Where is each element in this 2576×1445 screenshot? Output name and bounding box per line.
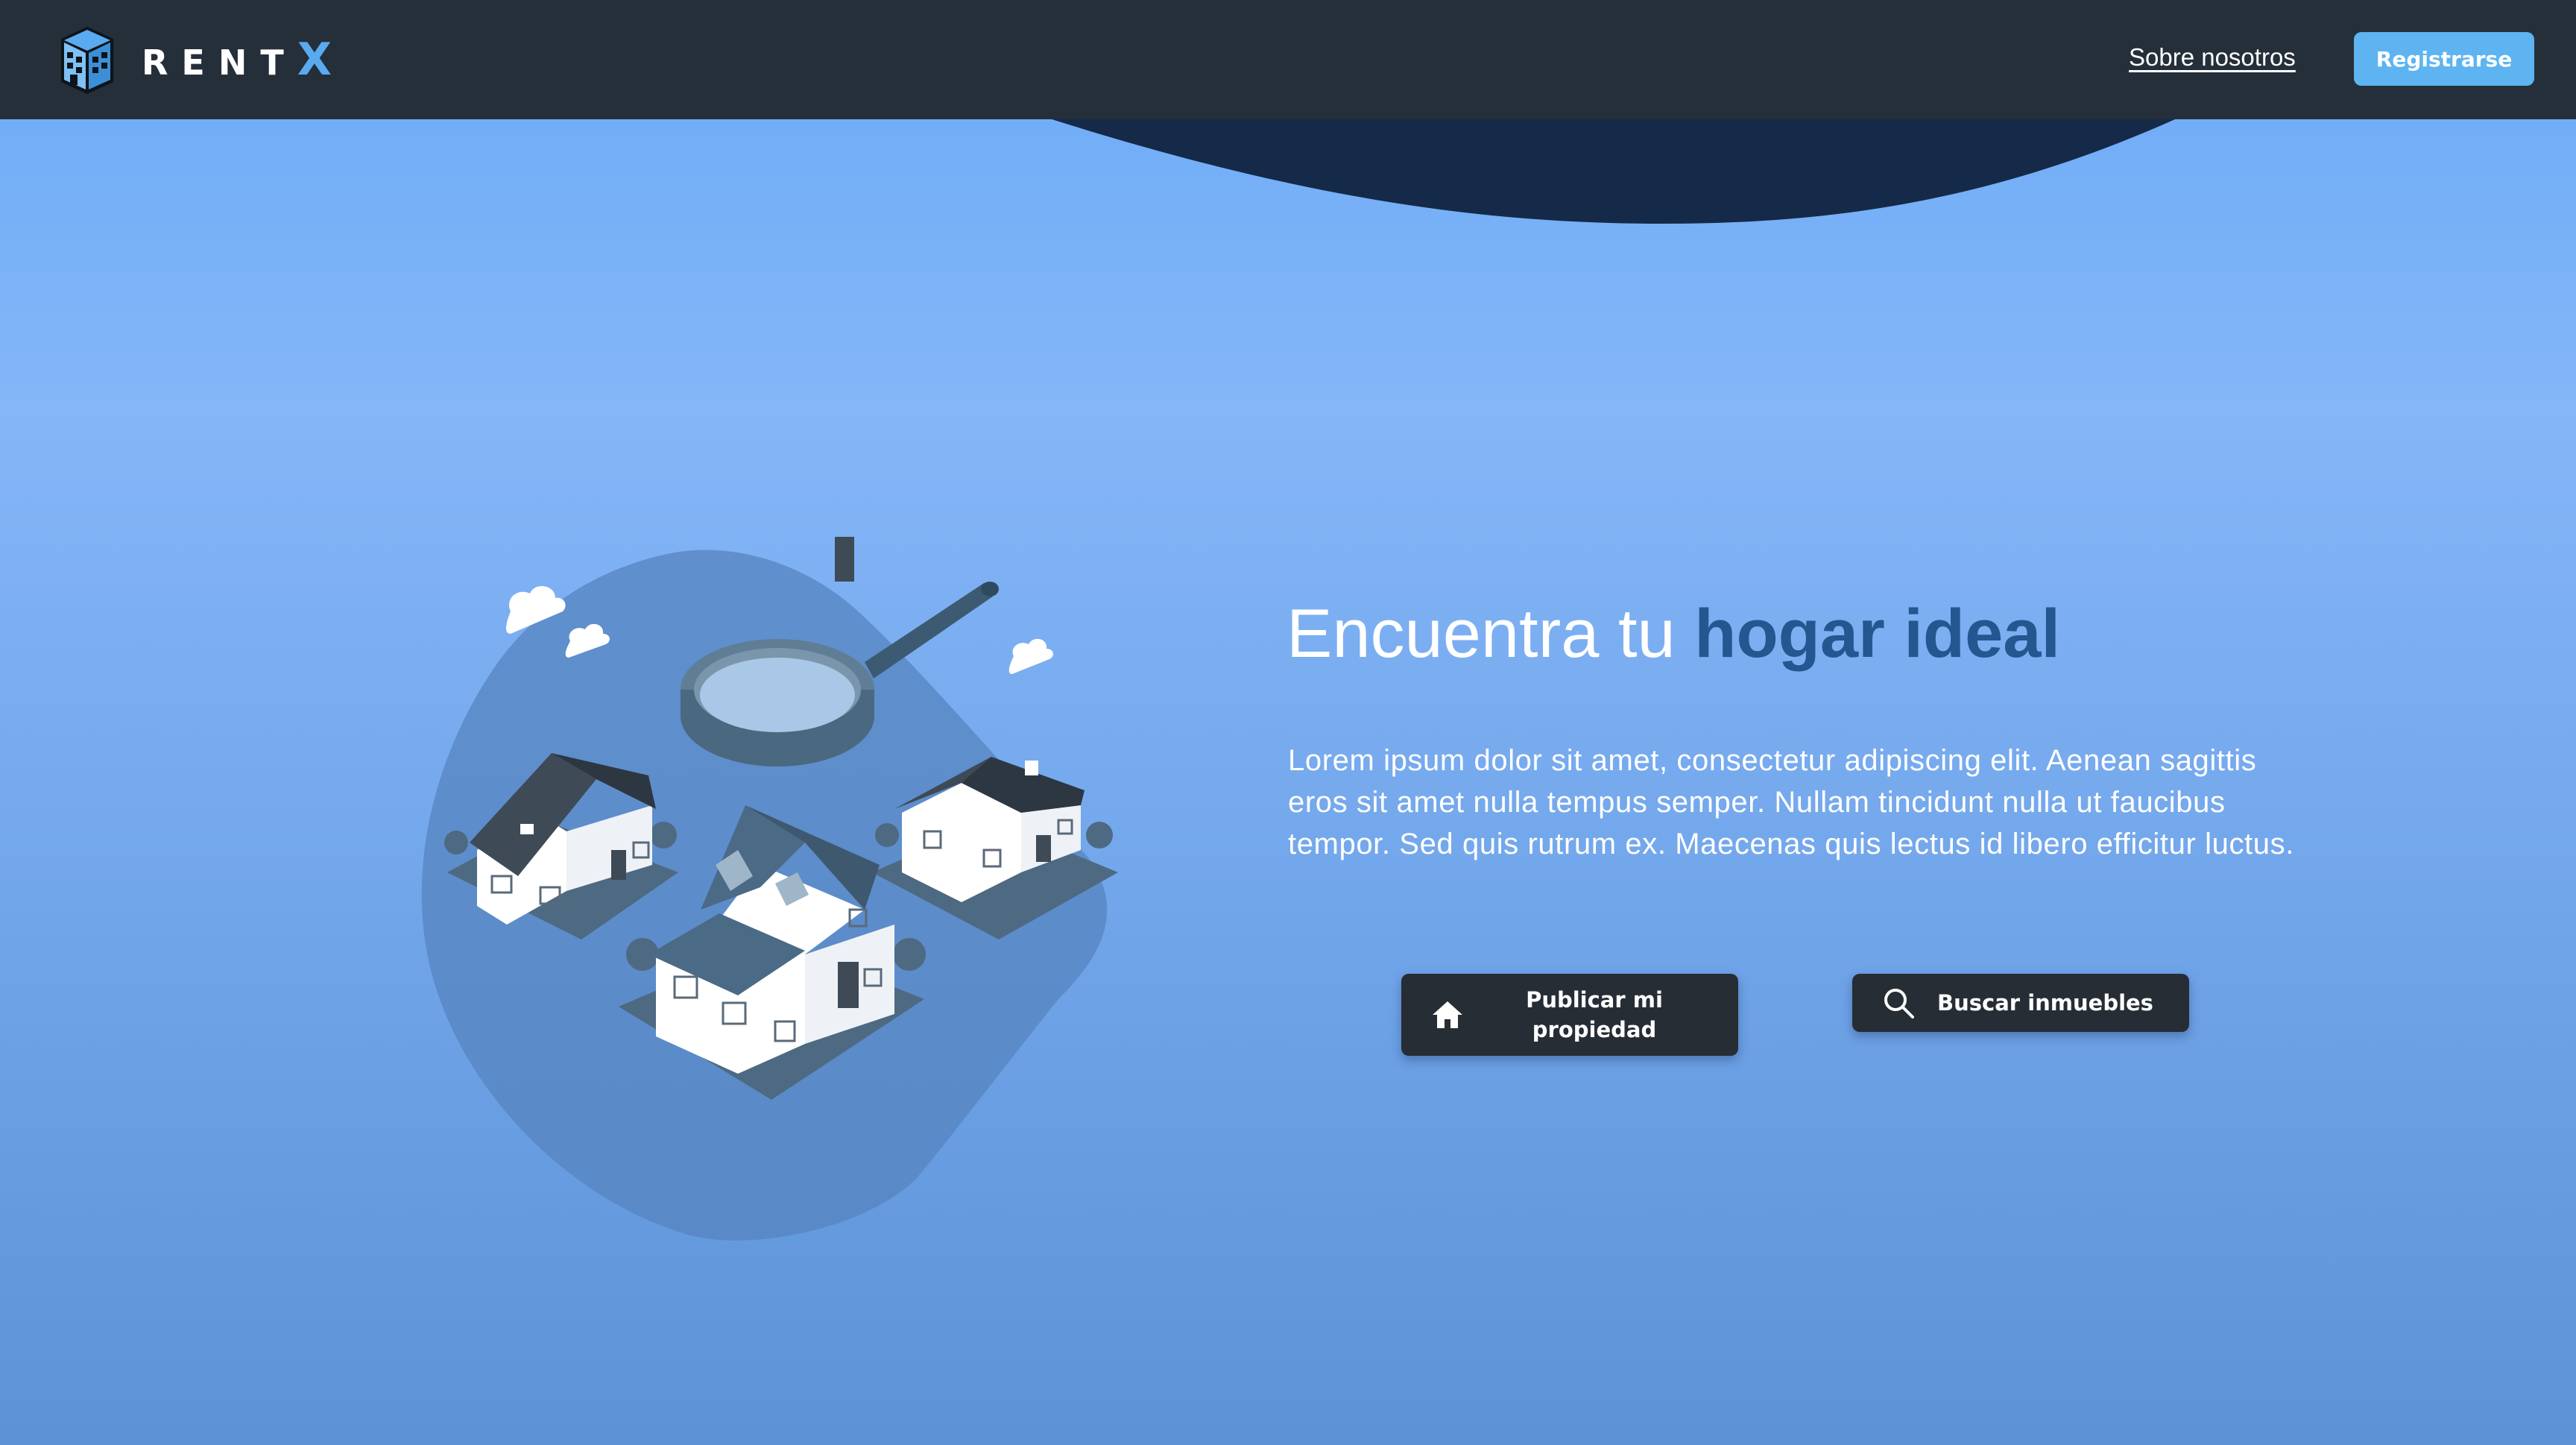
publish-property-label: Publicar mi propiedad [1526,987,1663,1042]
header-wave-decoration [1029,112,2191,224]
hero-title: Encuentra tu hogar ideal [1287,596,2060,672]
hero-title-plain: Encuentra tu [1287,596,1695,672]
publish-property-button[interactable]: Publicar mi propiedad [1401,974,1738,1056]
logo-wordmark: RENTX [142,34,332,86]
nav-link-about-us[interactable]: Sobre nosotros [2129,43,2296,72]
search-properties-button[interactable]: Buscar inmuebles [1852,974,2189,1032]
search-icon [1884,989,1914,1019]
logo[interactable]: RENTX [58,24,332,95]
logo-text-x: X [297,34,332,86]
logo-text-rent: RENT [142,42,297,83]
hero-description: Lorem ipsum dolor sit amet, consectetur … [1288,744,2294,860]
houses-search-illustration [421,537,1118,1241]
register-button[interactable]: Registrarse [2354,32,2534,86]
navbar: RENTX Sobre nosotros Registrarse [0,0,2576,119]
landing-page: RENTX Sobre nosotros Registrarse Encuent… [0,0,2576,1445]
building-logo-icon [61,27,113,94]
search-properties-label: Buscar inmuebles [1937,990,2153,1016]
hero-title-accent: hogar ideal [1694,596,2061,672]
home-icon [1433,1001,1462,1028]
